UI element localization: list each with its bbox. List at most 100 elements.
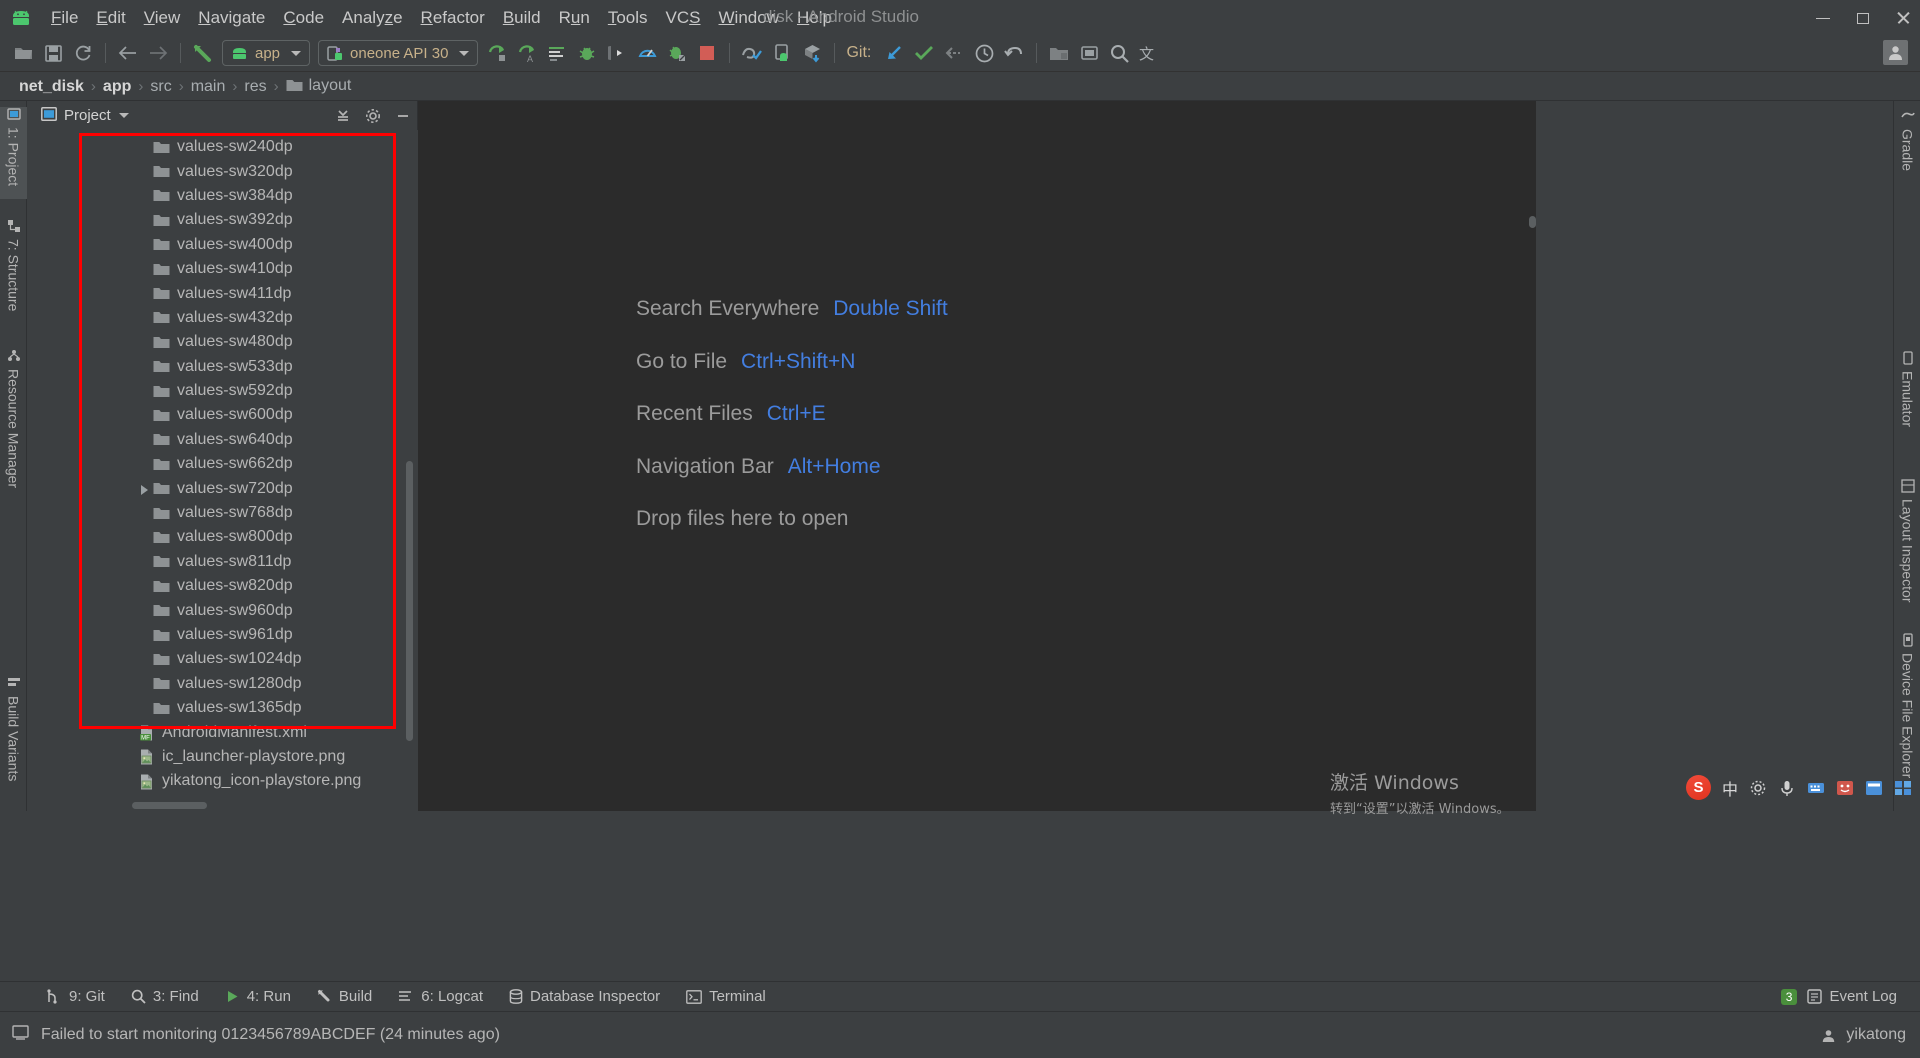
tool-window-git[interactable]: 9: Git (34, 985, 118, 1008)
tree-row[interactable]: values-sw400dp (27, 233, 418, 257)
history-icon[interactable] (969, 39, 999, 67)
tree-row[interactable]: ic_launcher-playstore.png (27, 745, 418, 769)
tree-row[interactable]: values-sw960dp (27, 598, 418, 622)
menu-item-vcs[interactable]: VCS (657, 6, 710, 30)
editor-hint-shortcut[interactable]: Alt+Home (788, 455, 881, 479)
menu-item-refactor[interactable]: Refactor (412, 6, 494, 30)
project-tree-vertical-scrollbar[interactable] (406, 461, 413, 741)
tree-row[interactable]: values-sw1024dp (27, 647, 418, 671)
sync-gradle-icon[interactable] (797, 39, 827, 67)
keyboard-icon[interactable] (1807, 779, 1825, 797)
project-tree[interactable]: values-sw240dp values-sw320dp values-sw384… (27, 130, 418, 811)
menu-item-build[interactable]: Build (494, 6, 550, 30)
tool-window-database-inspector[interactable]: Database Inspector (496, 985, 673, 1008)
tool-window-logcat[interactable]: 6: Logcat (385, 985, 496, 1008)
settings-icon[interactable] (1749, 779, 1767, 797)
tree-row[interactable]: values-sw600dp (27, 403, 418, 427)
grid-icon[interactable] (1894, 779, 1912, 797)
panel-icon[interactable] (1865, 779, 1883, 797)
sidebar-item-resource-manager[interactable]: Resource Manager (0, 349, 27, 514)
sidebar-item-gradle[interactable]: Gradle (1894, 109, 1920, 187)
debug-icon[interactable] (572, 39, 602, 67)
tree-row[interactable]: values-sw720dp (27, 476, 418, 500)
back-arrow-icon[interactable] (113, 39, 143, 67)
tree-row[interactable]: values-sw392dp (27, 208, 418, 232)
commit-icon[interactable] (909, 39, 939, 67)
tool-window-run[interactable]: 4: Run (212, 985, 304, 1008)
tree-row[interactable]: values-sw961dp (27, 623, 418, 647)
sidebar-item-layout-inspector[interactable]: Layout Inspector (1894, 479, 1920, 627)
tree-row[interactable]: values-sw768dp (27, 501, 418, 525)
tree-row[interactable]: values-sw1365dp (27, 696, 418, 720)
run-icon[interactable] (482, 39, 512, 67)
tree-row[interactable]: values-sw800dp (27, 525, 418, 549)
close-button[interactable] (1894, 9, 1912, 27)
editor-scrollbar[interactable] (1529, 216, 1536, 228)
collapse-all-icon[interactable] (335, 108, 351, 124)
sogou-icon[interactable]: S (1685, 775, 1711, 800)
run-with-coverage-icon[interactable]: A (512, 39, 542, 67)
editor-hint-shortcut[interactable]: Ctrl+Shift+N (741, 350, 855, 374)
apply-changes-icon[interactable] (542, 39, 572, 67)
mic-icon[interactable] (1778, 779, 1796, 797)
editor-hint-shortcut[interactable]: Double Shift (833, 297, 947, 321)
save-all-icon[interactable] (38, 39, 68, 67)
update-project-icon[interactable] (879, 39, 909, 67)
expand-arrow-icon[interactable] (137, 481, 153, 497)
tree-row[interactable]: values-sw592dp (27, 379, 418, 403)
avd-manager-icon[interactable] (767, 39, 797, 67)
tree-row[interactable]: values-sw820dp (27, 574, 418, 598)
menu-item-navigate[interactable]: Navigate (189, 6, 274, 30)
tree-row[interactable]: values-sw1280dp (27, 672, 418, 696)
breadcrumb-item-net_disk[interactable]: net_disk (14, 78, 89, 96)
sidebar-item-project[interactable]: 1: Project (0, 107, 27, 199)
attach-debugger-icon[interactable] (602, 39, 632, 67)
menu-item-code[interactable]: Code (274, 6, 333, 30)
forward-arrow-icon[interactable] (143, 39, 173, 67)
tool-window-terminal[interactable]: Terminal (673, 985, 779, 1008)
emoji-icon[interactable] (1836, 779, 1854, 797)
tree-row[interactable]: values-sw432dp (27, 306, 418, 330)
sidebar-item-build-variants[interactable]: Build Variants (0, 676, 27, 806)
tree-row[interactable]: values-sw410dp (27, 257, 418, 281)
tree-row[interactable]: yikatong_icon-playstore.png (27, 769, 418, 793)
menu-item-file[interactable]: File (42, 6, 87, 30)
device-file-explorer-icon[interactable] (1074, 39, 1104, 67)
debug-app-icon[interactable] (662, 39, 692, 67)
search-icon[interactable] (1104, 39, 1134, 67)
profiler-icon[interactable] (632, 39, 662, 67)
rollback-icon[interactable] (999, 39, 1029, 67)
menu-item-run[interactable]: Run (550, 6, 599, 30)
tree-row[interactable]: values-sw411dp (27, 281, 418, 305)
sidebar-item-emulator[interactable]: Emulator (1894, 351, 1920, 446)
breadcrumb-item-res[interactable]: res (239, 78, 271, 96)
open-folder-icon[interactable] (8, 39, 38, 67)
user-avatar-icon[interactable] (1883, 40, 1908, 65)
hide-icon[interactable] (395, 108, 411, 124)
push-icon[interactable] (939, 39, 969, 67)
sync-icon[interactable] (68, 39, 98, 67)
project-tree-horizontal-scrollbar[interactable] (132, 802, 207, 809)
settings-gear-icon[interactable] (365, 108, 381, 124)
chinese-mode-icon[interactable]: 中 (1722, 776, 1738, 800)
status-message[interactable]: Failed to start monitoring 0123456789ABC… (41, 1026, 500, 1044)
project-structure-icon[interactable] (1044, 39, 1074, 67)
tree-row[interactable]: values-sw640dp (27, 428, 418, 452)
breadcrumb-item-main[interactable]: main (186, 78, 231, 96)
menu-item-view[interactable]: View (135, 6, 190, 30)
breadcrumb-item-src[interactable]: src (145, 78, 176, 96)
tool-window-find[interactable]: 3: Find (118, 985, 212, 1008)
minimize-button[interactable] (1814, 9, 1832, 27)
menu-item-edit[interactable]: Edit (87, 6, 134, 30)
tree-row[interactable]: values-sw480dp (27, 330, 418, 354)
tree-row[interactable]: values-sw662dp (27, 452, 418, 476)
chevron-down-icon[interactable] (118, 113, 129, 118)
tree-row[interactable]: values-sw240dp (27, 135, 418, 159)
device-select[interactable]: oneone API 30 (318, 40, 479, 66)
editor-hint-shortcut[interactable]: Ctrl+E (767, 402, 826, 426)
sidebar-item-structure[interactable]: 7: Structure (0, 219, 27, 329)
sdk-manager-icon[interactable] (737, 39, 767, 67)
stop-icon[interactable] (692, 39, 722, 67)
make-project-icon[interactable] (188, 39, 218, 67)
tool-window-event-log[interactable]: Event Log (1805, 985, 1910, 1008)
